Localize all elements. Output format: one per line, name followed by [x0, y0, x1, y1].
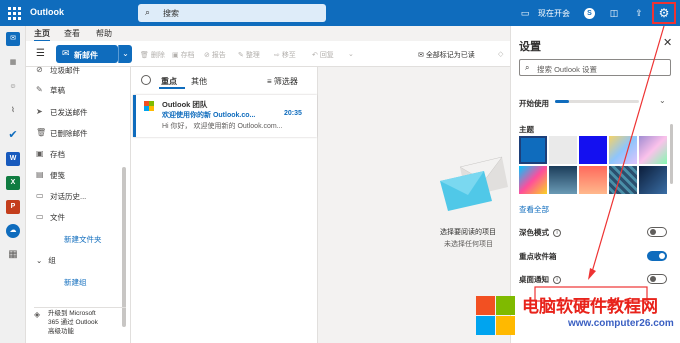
watermark-title: 电脑软硬件教程网 — [522, 297, 658, 316]
watermark: 电脑软硬件教程网 www.computer26.com — [472, 288, 680, 343]
watermark-logo-icon — [476, 296, 516, 336]
watermark-url: www.computer26.com — [568, 318, 674, 329]
